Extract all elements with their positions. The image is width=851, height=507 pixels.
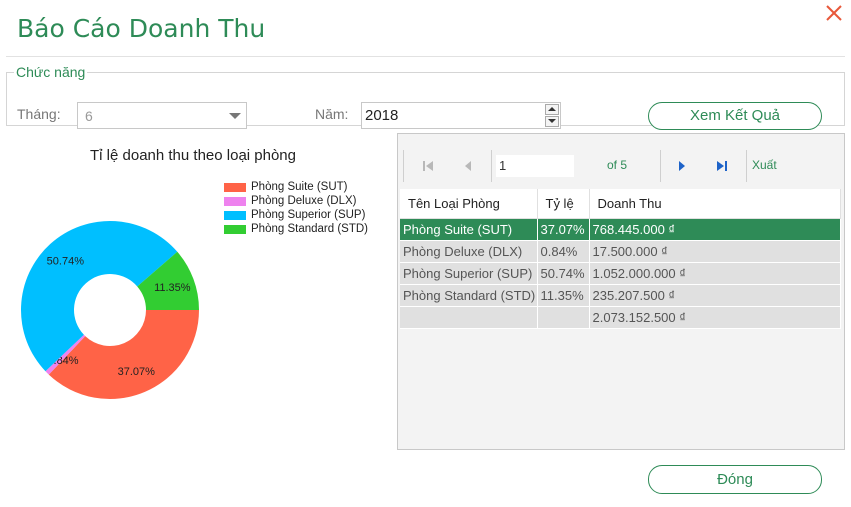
legend-item: Phòng Standard (STD): [224, 222, 368, 236]
table-cell[interactable]: Phòng Standard (STD): [400, 284, 538, 307]
prev-page-icon: [465, 161, 471, 171]
close-button[interactable]: Đóng: [648, 465, 822, 494]
table-cell[interactable]: 11.35%: [537, 284, 590, 307]
column-header-revenue[interactable]: Doanh Thu: [589, 189, 841, 219]
chart-title: Tỉ lệ doanh thu theo loại phòng: [90, 147, 296, 164]
legend-swatch: [224, 182, 246, 192]
revenue-table: Tên Loại Phòng Tỷ lệ Doanh Thu Phòng Sui…: [400, 189, 841, 329]
table-row[interactable]: Phòng Deluxe (DLX) 0.84% 17.500.000 ₫: [400, 240, 841, 263]
toolbar-separator: [746, 150, 747, 182]
chart-legend: Phòng Suite (SUT) Phòng Deluxe (DLX) Phòng…: [224, 180, 368, 236]
table-cell[interactable]: Phòng Superior (SUP): [400, 262, 538, 285]
year-spinner-value[interactable]: 2018: [365, 107, 398, 124]
column-header-room-type[interactable]: Tên Loại Phòng: [400, 189, 538, 219]
table-cell[interactable]: [537, 306, 590, 329]
legend-swatch: [224, 196, 246, 206]
filter-group-legend: Chức năng: [16, 64, 86, 80]
table-row[interactable]: Phòng Suite (SUT) 37.07% 768.445.000 ₫: [400, 218, 841, 241]
title-divider: [6, 56, 845, 57]
legend-item: Phòng Suite (SUT): [224, 180, 368, 194]
window-title: Báo Cáo Doanh Thu: [17, 14, 266, 43]
year-spinner[interactable]: 2018: [361, 102, 561, 129]
close-x-icon: [826, 5, 842, 21]
month-select[interactable]: 6: [77, 102, 247, 129]
table-total-row[interactable]: 2.073.152.500 ₫: [400, 306, 841, 329]
month-label: Tháng:: [17, 106, 61, 122]
toolbar-separator: [660, 150, 661, 182]
legend-label: Phòng Suite (SUT): [251, 181, 348, 193]
donut-chart: 37.07%0.84%50.74%11.35%: [21, 221, 199, 399]
table-cell[interactable]: 235.207.500 ₫: [589, 284, 841, 307]
legend-label: Phòng Superior (SUP): [251, 209, 366, 221]
last-page-icon: [717, 161, 727, 171]
donut-data-label: 11.35%: [154, 282, 191, 294]
prev-page-button[interactable]: [460, 158, 476, 174]
table-cell[interactable]: Phòng Deluxe (DLX): [400, 240, 538, 263]
first-page-button[interactable]: [420, 158, 436, 174]
page-count-text: of 5: [607, 158, 628, 172]
export-button[interactable]: Xuất: [752, 158, 777, 172]
table-cell[interactable]: 0.84%: [537, 240, 590, 263]
table-cell[interactable]: Phòng Suite (SUT): [400, 218, 538, 241]
view-results-button[interactable]: Xem Kết Quả: [648, 102, 822, 130]
table-header-row: Tên Loại Phòng Tỷ lệ Doanh Thu: [400, 189, 841, 219]
page-number-input[interactable]: 1: [496, 155, 574, 177]
filter-group: Chức năng Tháng: 6 Năm: 2018 Xem Kết Quả: [6, 64, 845, 130]
next-page-button[interactable]: [674, 158, 690, 174]
table-total-cell[interactable]: 2.073.152.500 ₫: [589, 306, 841, 329]
table-cell[interactable]: 1.052.000.000 ₫: [589, 262, 841, 285]
revenue-grid-panel: 1 of 5 Xuất Tên Loại Phòng Tỷ lệ Doanh T…: [397, 133, 845, 450]
month-select-value: 6: [85, 108, 93, 124]
pager-toolbar: 1 of 5 Xuất: [398, 134, 844, 189]
table-cell[interactable]: [400, 306, 538, 329]
close-window-button[interactable]: [823, 2, 845, 24]
table-cell[interactable]: 17.500.000 ₫: [589, 240, 841, 263]
donut-data-label: 50.74%: [47, 256, 85, 268]
year-label: Năm:: [315, 106, 349, 122]
legend-swatch: [224, 210, 246, 220]
donut-data-label: 37.07%: [118, 366, 156, 378]
table-cell[interactable]: 50.74%: [537, 262, 590, 285]
legend-label: Phòng Standard (STD): [251, 223, 368, 235]
table-row[interactable]: Phòng Superior (SUP) 50.74% 1.052.000.00…: [400, 262, 841, 285]
spin-up-button[interactable]: [545, 104, 559, 115]
next-page-icon: [679, 161, 685, 171]
first-page-icon: [423, 161, 433, 171]
last-page-button[interactable]: [714, 158, 730, 174]
legend-item: Phòng Superior (SUP): [224, 208, 368, 222]
spin-down-button[interactable]: [545, 116, 559, 127]
toolbar-separator: [491, 150, 492, 182]
toolbar-separator: [403, 150, 404, 182]
chevron-down-icon[interactable]: [229, 113, 241, 119]
table-row[interactable]: Phòng Standard (STD) 11.35% 235.207.500 …: [400, 284, 841, 307]
column-header-ratio[interactable]: Tỷ lệ: [537, 189, 590, 219]
legend-label: Phòng Deluxe (DLX): [251, 195, 357, 207]
legend-swatch: [224, 224, 246, 234]
legend-item: Phòng Deluxe (DLX): [224, 194, 368, 208]
table-cell[interactable]: 37.07%: [537, 218, 590, 241]
table-cell[interactable]: 768.445.000 ₫: [589, 218, 841, 241]
